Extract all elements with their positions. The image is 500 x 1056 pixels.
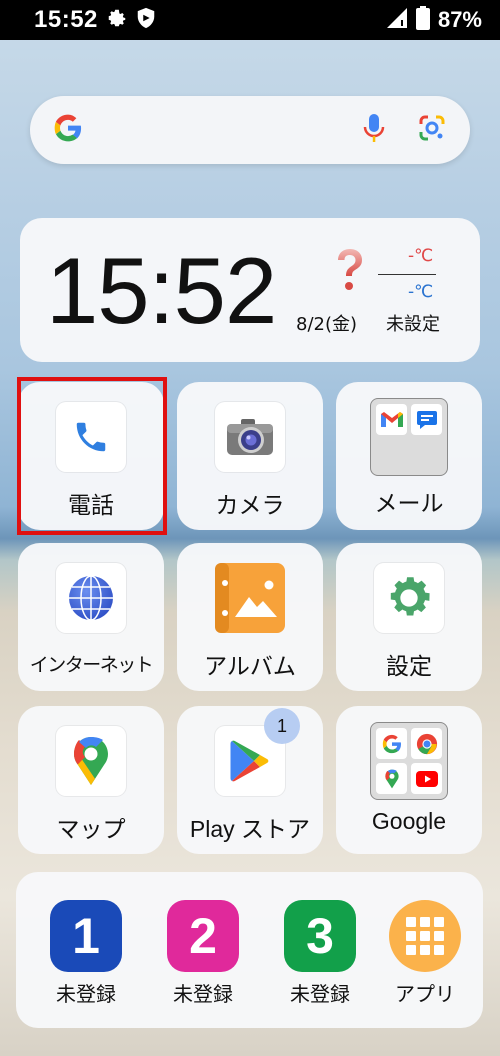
microphone-icon[interactable]	[362, 113, 386, 147]
speed-dial-label: 未登録	[290, 982, 350, 1006]
app-label: アルバム	[204, 654, 296, 680]
notification-badge: 1	[264, 708, 300, 744]
gear-icon	[106, 7, 128, 34]
chrome-icon	[411, 728, 442, 759]
youtube-icon	[411, 763, 442, 794]
speed-dial-number: 2	[167, 900, 239, 972]
speed-dial-label: 未登録	[173, 982, 233, 1006]
speed-dial-label: 未登録	[56, 982, 116, 1006]
camera-icon	[215, 402, 285, 472]
speed-dial-2[interactable]: 2 未登録	[153, 900, 253, 1007]
question-mark-icon	[334, 248, 366, 298]
speed-dial-3[interactable]: 3 未登録	[270, 900, 370, 1007]
battery-icon	[415, 5, 430, 35]
status-bar: 15:52 87%	[0, 0, 500, 40]
battery-percent: 87%	[437, 7, 482, 32]
app-camera[interactable]: カメラ	[177, 382, 323, 530]
google-logo-icon	[52, 112, 84, 148]
settings-gear-icon	[374, 563, 444, 633]
app-label: メール	[374, 491, 444, 517]
app-label: マップ	[56, 817, 126, 843]
clock-date: 8/2(金)	[296, 314, 358, 335]
speed-dial-number: 3	[284, 900, 356, 972]
app-mail-folder[interactable]: メール	[336, 382, 482, 530]
app-label: インターネット	[29, 654, 154, 676]
maps-mini-icon	[376, 763, 407, 794]
dock: 1 未登録 2 未登録 3 未登録 アプリ	[16, 872, 483, 1028]
app-play-store[interactable]: Play ストア	[177, 706, 323, 854]
app-google-folder[interactable]: Google	[336, 706, 482, 854]
apps-grid-icon	[389, 900, 461, 972]
status-time: 15:52	[34, 6, 98, 33]
shield-icon	[136, 7, 156, 34]
maps-pin-icon	[56, 726, 126, 796]
temperature-low: -℃	[408, 282, 434, 302]
mail-folder-icon	[370, 398, 448, 476]
clock-weather-widget[interactable]: 15:52 8/2(金) -℃ -℃ 未設定	[20, 218, 480, 362]
app-settings[interactable]: 設定	[336, 543, 482, 691]
temperature-divider	[378, 274, 436, 275]
app-label: 設定	[386, 654, 432, 680]
speed-dial-number: 1	[50, 900, 122, 972]
apps-drawer-button[interactable]: アプリ	[375, 900, 475, 1007]
google-folder-icon	[370, 722, 448, 800]
apps-label: アプリ	[395, 982, 455, 1006]
google-lens-icon[interactable]	[418, 114, 446, 146]
gmail-icon	[376, 404, 407, 435]
weather-location: 未設定	[386, 314, 440, 335]
app-album[interactable]: アルバム	[177, 543, 323, 691]
clock-time: 15:52	[46, 238, 277, 343]
messages-icon	[411, 404, 442, 435]
app-maps[interactable]: マップ	[18, 706, 164, 854]
google-app-icon	[376, 728, 407, 759]
selection-highlight	[17, 377, 167, 535]
temperature-high: -℃	[408, 246, 434, 266]
app-internet[interactable]: インターネット	[18, 543, 164, 691]
app-label: カメラ	[215, 493, 285, 519]
google-search-bar[interactable]	[30, 96, 470, 164]
globe-icon	[56, 563, 126, 633]
app-label: Google	[371, 808, 447, 834]
speed-dial-1[interactable]: 1 未登録	[36, 900, 136, 1007]
app-label: Play ストア	[189, 816, 311, 842]
album-icon	[215, 563, 285, 633]
signal-icon	[386, 7, 408, 34]
